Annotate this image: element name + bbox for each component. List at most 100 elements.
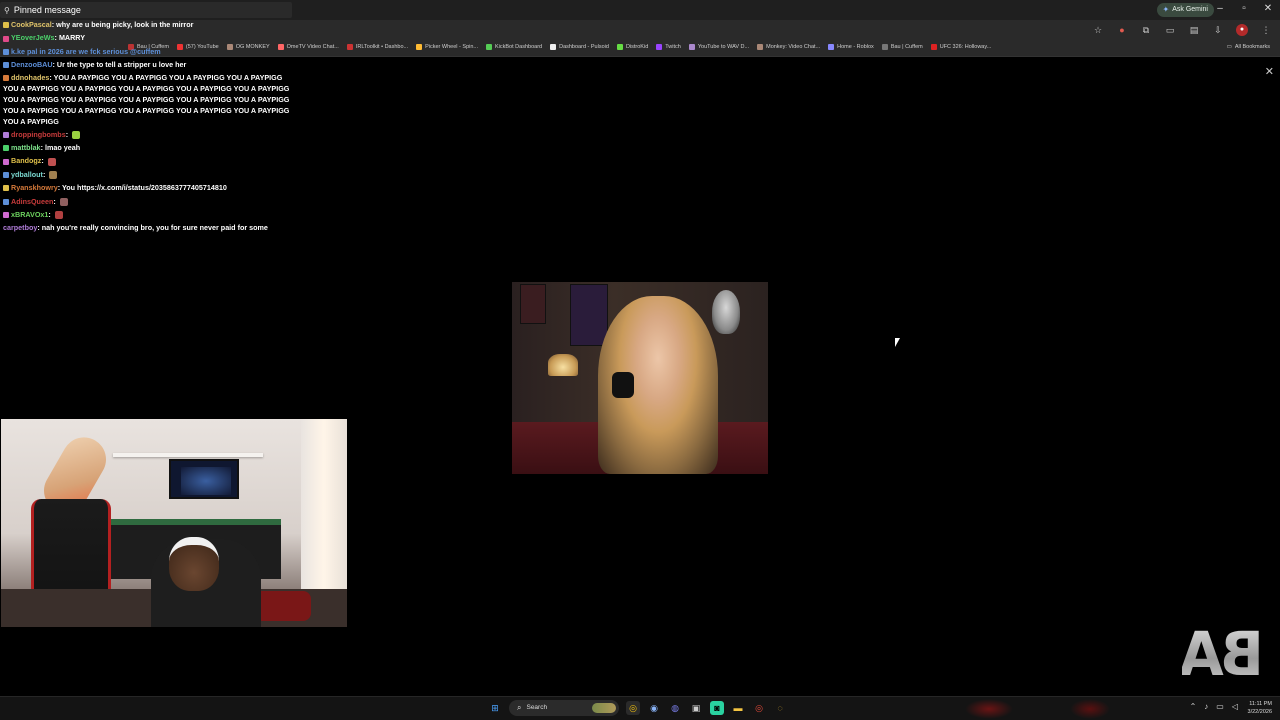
extensions-puzzle-icon[interactable]: ⧉ (1140, 24, 1152, 36)
bookmark-item[interactable]: IRLToolkit • Dashbo... (346, 44, 408, 50)
bookmark-item[interactable]: Twitch (656, 44, 681, 50)
bookmark-label: UFC 326: Holloway... (939, 44, 992, 50)
bookmark-favicon-icon (416, 44, 423, 50)
chat-username[interactable]: k.ke pal in 2026 are we fck serious @cuf… (11, 47, 161, 56)
ask-gemini-label: Ask Gemini (1172, 6, 1208, 13)
window-controls: – ▫ ✕ (1214, 3, 1274, 15)
pin-icon: ⚲ (4, 5, 10, 15)
video-telephone (612, 372, 634, 398)
taskbar-blur (1070, 699, 1110, 719)
profile-avatar-icon[interactable]: ● (1236, 24, 1248, 36)
chat-username[interactable]: carpetboy (3, 223, 37, 232)
extension-icon[interactable]: ● (1116, 24, 1128, 36)
chat-badge-icon (3, 212, 9, 219)
microphone-icon[interactable]: ♪ (1204, 702, 1208, 711)
minimize-icon[interactable]: – (1214, 3, 1226, 15)
chat-username[interactable]: mattblak (11, 143, 41, 152)
bookmark-star-icon[interactable]: ☆ (1092, 24, 1104, 36)
bookmark-label: YouTube to WAV D... (697, 44, 750, 50)
chat-message: ddnohades: YOU A PAYPIGG YOU A PAYPIGG Y… (3, 72, 290, 127)
chat-message: AdinsQueen: (3, 195, 298, 208)
chat-text: Ur the type to tell a stripper u love he… (56, 60, 187, 70)
volume-icon[interactable]: ◁ (1232, 702, 1238, 711)
chat-username[interactable]: DenzooBAU (11, 60, 53, 69)
chat-text: why are u being picky, look in the mirro… (56, 20, 194, 29)
taskbar-search[interactable]: ⌕ Search (509, 700, 619, 716)
chat-message: Bandogz: (3, 154, 298, 167)
bookmark-label: Picker Wheel - Spin... (425, 44, 478, 50)
bookmark-item[interactable]: Home - Roblox (828, 44, 874, 50)
webcam-streamer-head (169, 537, 219, 591)
bookmark-item[interactable]: Monkey: Video Chat... (757, 44, 820, 50)
bookmark-favicon-icon (688, 44, 695, 50)
bookmark-item[interactable]: DistroKid (616, 44, 648, 50)
all-bookmarks-button[interactable]: ▭ All Bookmarks (1227, 44, 1270, 50)
bookmark-label: Home - Roblox (837, 44, 874, 50)
chat-username[interactable]: xBRAVOx1 (11, 210, 48, 219)
steam-icon[interactable]: ◉ (647, 701, 661, 715)
chat-username[interactable]: AdinsQueen (11, 197, 53, 206)
bookmark-label: KickBot Dashboard (495, 44, 543, 50)
chat-message: droppingbombs: (3, 128, 298, 141)
bookmark-item[interactable]: KickBot Dashboard (486, 44, 542, 50)
folder-icon: ▭ (1226, 44, 1232, 50)
clock-time: 11:11 PM (1249, 701, 1272, 707)
windows-start-icon[interactable]: ⊞ (488, 701, 502, 715)
chat-username[interactable]: ydballout (11, 170, 43, 179)
sidebar-icon[interactable]: ▤ (1188, 24, 1200, 36)
chat-username[interactable]: Bandogz (11, 156, 41, 165)
bookmark-favicon-icon (346, 44, 353, 50)
network-icon[interactable]: ▭ (1216, 702, 1224, 711)
ask-gemini-button[interactable]: ✦ Ask Gemini (1156, 3, 1214, 17)
all-bookmarks-label: All Bookmarks (1234, 44, 1270, 50)
center-video-player[interactable] (512, 282, 768, 474)
cast-icon[interactable]: ▭ (1164, 24, 1176, 36)
chat-badge-icon (3, 198, 9, 205)
close-window-icon[interactable]: ✕ (1262, 3, 1274, 15)
bookmark-item[interactable]: Bau | Cuffem (881, 44, 923, 50)
taskbar-blur (965, 699, 1013, 719)
close-overlay-icon[interactable]: ✕ (1265, 65, 1274, 78)
discord-icon[interactable]: ◍ (668, 701, 682, 715)
chat-overlay: CookPascal: why are u being picky, look … (3, 18, 298, 235)
bookmark-item[interactable]: Dashboard - Pulsoid (550, 44, 609, 50)
obs-app-icon[interactable]: ◙ (710, 701, 724, 715)
chat-username[interactable]: ddnohades (11, 73, 49, 82)
chat-emote-icon (59, 197, 68, 206)
taskbar-clock[interactable]: 11:11 PM 3/22/2026 (1248, 700, 1272, 716)
chat-username[interactable]: Ryanskhowry (11, 183, 58, 192)
bookmark-favicon-icon (656, 44, 663, 50)
chrome-icon[interactable]: ◎ (626, 701, 640, 715)
restore-icon[interactable]: ▫ (1238, 3, 1250, 15)
chat-username[interactable]: YEoverJeWs (11, 33, 55, 42)
webcam-shelf (113, 453, 263, 457)
chat-username[interactable]: CookPascal (11, 20, 52, 29)
chat-username[interactable]: droppingbombs (11, 130, 66, 139)
bookmark-favicon-icon (486, 44, 492, 50)
bookmark-favicon-icon (881, 44, 888, 50)
app-icon[interactable]: ▣ (689, 701, 703, 715)
bookmark-item[interactable]: UFC 326: Holloway... (930, 44, 992, 50)
search-icon: ⌕ (517, 703, 522, 712)
chat-emote-icon (47, 157, 56, 166)
mouse-cursor-icon (895, 338, 900, 347)
app-icon[interactable]: ◌ (773, 701, 787, 715)
gemini-icon: ✦ (1162, 5, 1170, 14)
chat-message: Ryanskhowry: You https://x.com/i/status/… (3, 181, 298, 194)
file-explorer-icon[interactable]: ▬ (731, 701, 745, 715)
chat-emote-icon (49, 170, 58, 179)
chat-message: carpetboy: nah you're really convincing … (3, 223, 268, 233)
bookmark-favicon-icon (930, 44, 937, 50)
bau-logo-watermark: BAU (1142, 612, 1264, 696)
chrome-profile-icon[interactable]: ◎ (752, 701, 766, 715)
menu-icon[interactable]: ⋮ (1260, 24, 1272, 36)
chat-text: lmao yeah (44, 143, 81, 153)
chat-message: ydballout: (3, 168, 298, 181)
download-icon[interactable]: ⇩ (1212, 24, 1224, 36)
chat-badge-icon (3, 185, 9, 192)
chat-message: DenzooBAU: Ur the type to tell a strippe… (3, 58, 298, 71)
bookmark-item[interactable]: Picker Wheel - Spin... (416, 44, 478, 50)
chevron-up-icon[interactable]: ⌃ (1190, 702, 1197, 711)
bookmark-item[interactable]: YouTube to WAV D... (688, 44, 750, 50)
chat-text: MARRY (58, 33, 86, 43)
